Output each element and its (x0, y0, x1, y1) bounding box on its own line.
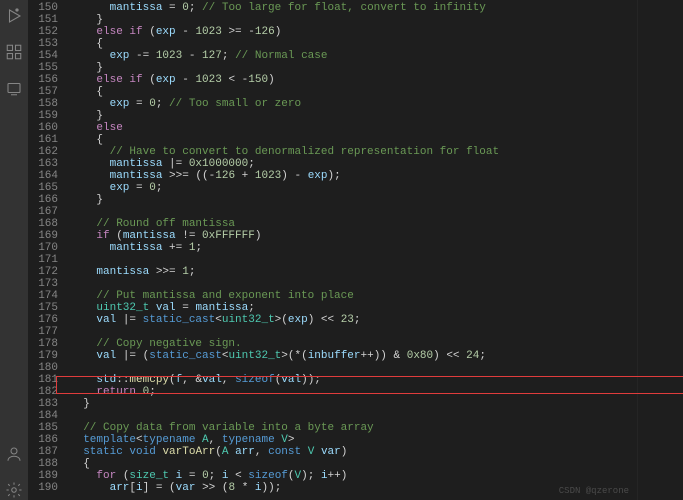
code-editor[interactable]: 1501511521531541551561571581591601611621… (28, 0, 683, 500)
remote-icon[interactable] (4, 78, 24, 98)
settings-icon[interactable] (4, 480, 24, 500)
line-gutter: 1501511521531541551561571581591601611621… (28, 0, 70, 500)
watermark: CSDN @qzerone (559, 486, 629, 496)
account-icon[interactable] (4, 444, 24, 464)
minimap[interactable] (637, 0, 683, 500)
code-content[interactable]: mantissa = 0; // Too large for float, co… (70, 0, 637, 500)
run-icon[interactable] (4, 6, 24, 26)
activity-bar (0, 0, 28, 500)
extensions-icon[interactable] (4, 42, 24, 62)
